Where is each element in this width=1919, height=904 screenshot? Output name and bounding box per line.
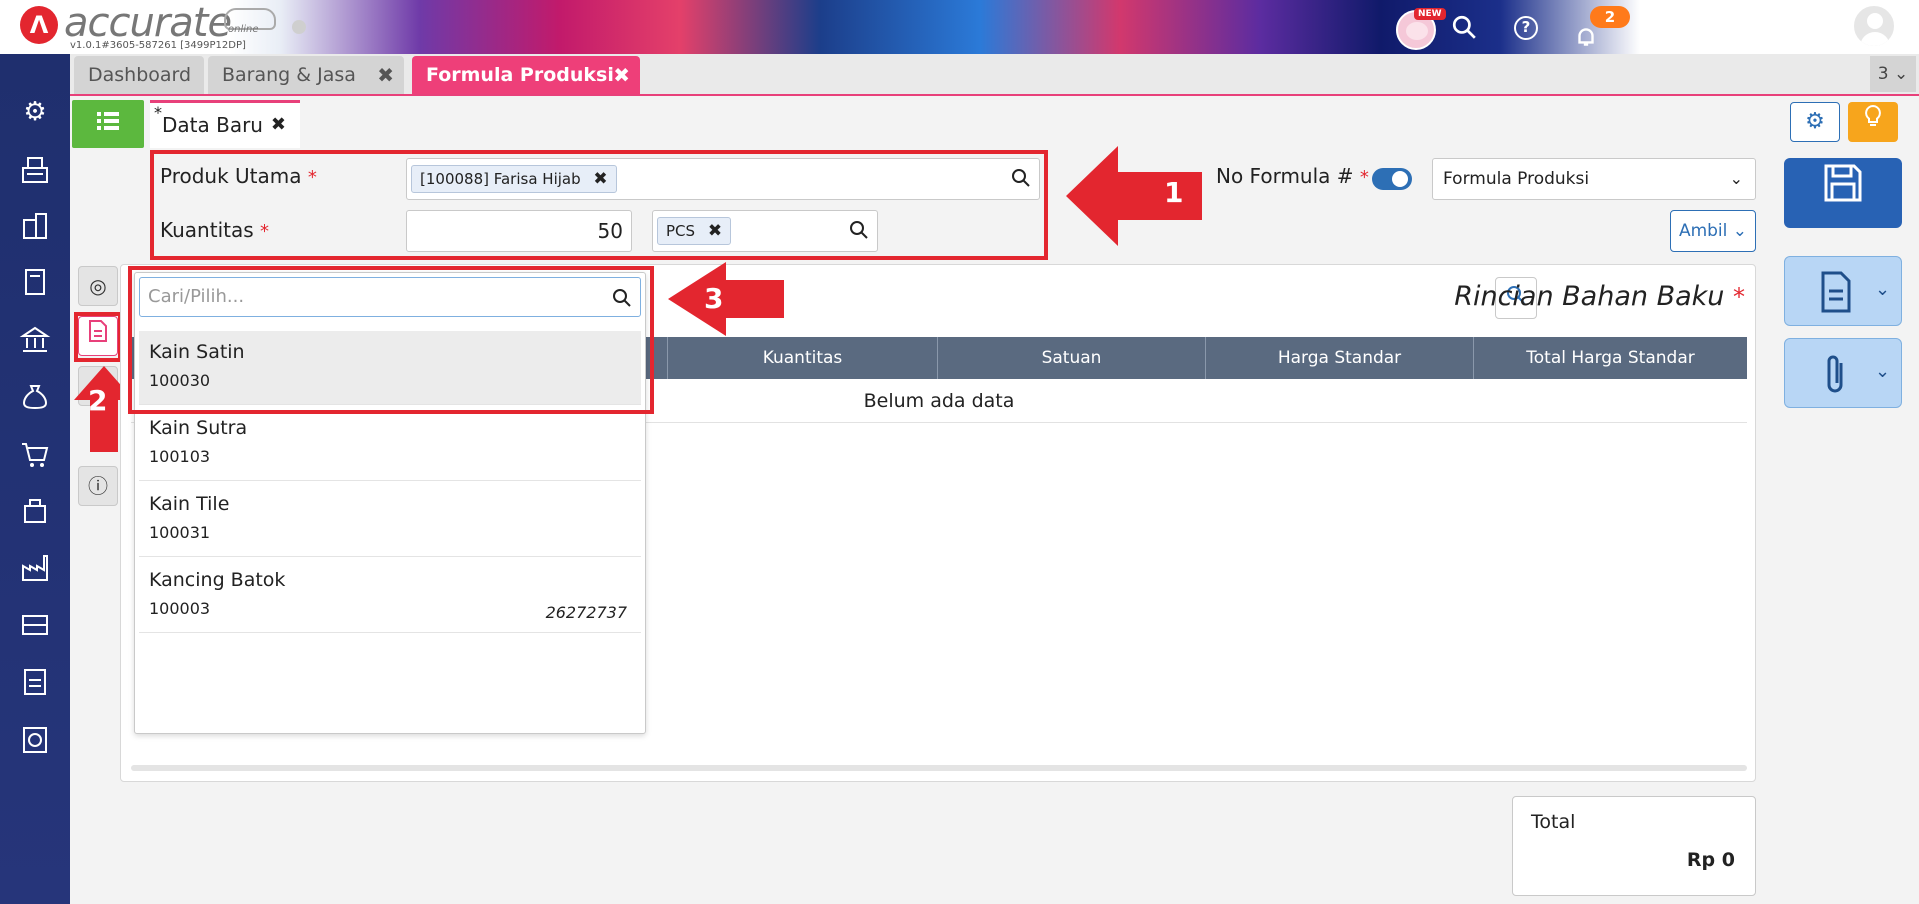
- tab-label: Barang & Jasa: [222, 64, 356, 86]
- chevron-down-icon: ⌄: [1875, 279, 1891, 300]
- toggle-knob: [1392, 171, 1408, 187]
- tab-count-dropdown[interactable]: 3 ⌄: [1870, 56, 1916, 92]
- option-barcode: 26272737: [545, 603, 627, 622]
- inventory-icon[interactable]: [17, 496, 53, 532]
- column-kuantitas[interactable]: Kuantitas: [667, 337, 937, 379]
- auto-number-toggle[interactable]: [1372, 168, 1412, 190]
- ambil-label: Ambil: [1678, 221, 1728, 241]
- required-mark: *: [1359, 167, 1369, 188]
- required-mark: *: [1733, 283, 1745, 311]
- accurate-logo-icon: Λ: [20, 6, 58, 44]
- close-icon[interactable]: ✖: [613, 56, 630, 94]
- dropdown-option-kancing-batok[interactable]: Kancing Batok 100003 26272737: [139, 559, 641, 633]
- chevron-down-icon: ⌄: [1732, 221, 1748, 241]
- formula-select-value: Formula Produksi: [1443, 169, 1590, 189]
- ambil-button[interactable]: Ambil ⌄: [1670, 210, 1756, 252]
- no-formula-text: No Formula #: [1216, 164, 1354, 188]
- callout-box-1: [150, 150, 1048, 260]
- callout-arrow-3: [668, 262, 784, 336]
- report-icon[interactable]: [17, 724, 53, 760]
- assistant-face-icon: [1406, 22, 1428, 40]
- tab-label: Dashboard: [88, 64, 192, 86]
- callout-box-2: [74, 312, 122, 362]
- formula-type-select[interactable]: Formula Produksi ⌄: [1432, 158, 1756, 200]
- callout-number-3: 3: [704, 282, 724, 315]
- brand-logo[interactable]: Λ accurate online v1.0.1#3605-587261 [34…: [20, 0, 290, 52]
- app-version: v1.0.1#3605-587261 [3499P12DP]: [70, 40, 246, 51]
- brand-sub: online: [228, 24, 259, 35]
- building-icon[interactable]: [17, 210, 53, 246]
- panel-title-text: Rincian Bahan Baku: [1454, 281, 1725, 312]
- money-bag-icon[interactable]: [17, 380, 53, 416]
- help-icon[interactable]: ?: [1512, 14, 1540, 42]
- subtab-data-baru[interactable]: * Data Baru ✖: [150, 100, 300, 148]
- list-view-button[interactable]: [72, 100, 144, 148]
- status-dot: [292, 20, 306, 34]
- tab-bar: Dashboard Barang & Jasa ✖ Formula Produk…: [70, 54, 1919, 96]
- no-formula-label: No Formula # *: [1216, 164, 1369, 188]
- book-icon[interactable]: [17, 266, 53, 302]
- header-search-icon[interactable]: [1450, 14, 1478, 42]
- subtab-label: Data Baru: [162, 113, 263, 137]
- option-name: Kancing Batok: [149, 569, 286, 591]
- option-name: Kain Tile: [149, 493, 230, 515]
- dropdown-option-kain-tile[interactable]: Kain Tile 100031: [139, 483, 641, 557]
- attachment-menu-button[interactable]: ⌄: [1784, 338, 1902, 408]
- gear-icon[interactable]: ⚙: [17, 94, 53, 130]
- column-harga-standar[interactable]: Harga Standar: [1205, 337, 1473, 379]
- total-label: Total: [1531, 811, 1576, 833]
- tax-icon[interactable]: [17, 666, 53, 702]
- avatar-body-shape: [1860, 32, 1890, 46]
- total-value: Rp 0: [1686, 849, 1735, 871]
- settings-gear-button[interactable]: ⚙: [1790, 102, 1840, 142]
- user-name: Tiara: [1800, 30, 1838, 48]
- tab-label: Formula Produksi: [426, 64, 614, 86]
- fax-icon[interactable]: [17, 154, 53, 190]
- factory-icon[interactable]: [17, 552, 53, 588]
- detail-tab-button[interactable]: ◎: [78, 266, 118, 306]
- callout-number-2: 2: [88, 384, 108, 417]
- callout-box-3: [128, 266, 654, 414]
- save-button[interactable]: [1784, 158, 1902, 228]
- warehouse-icon[interactable]: [17, 608, 53, 644]
- cart-icon[interactable]: [17, 438, 53, 474]
- chevron-down-icon: ⌄: [1875, 361, 1891, 382]
- dropdown-option-kain-sutra[interactable]: Kain Sutra 100103: [139, 407, 641, 481]
- total-box: Total Rp 0: [1512, 796, 1756, 896]
- avatar-head-shape: [1867, 13, 1883, 29]
- column-satuan[interactable]: Satuan: [937, 337, 1205, 379]
- new-badge: NEW: [1414, 8, 1446, 20]
- left-sidebar: ⚙: [0, 54, 70, 904]
- column-total-harga-standar[interactable]: Total Harga Standar: [1473, 337, 1747, 379]
- document-menu-button[interactable]: ⌄: [1784, 256, 1902, 326]
- bell-icon[interactable]: [1572, 24, 1600, 52]
- bank-icon[interactable]: [17, 324, 53, 360]
- unsaved-marker: *: [154, 103, 162, 122]
- main-content: * Data Baru ✖ ⚙ Produk Utama * [100088] …: [70, 98, 1919, 904]
- tab-formula-produksi[interactable]: Formula Produksi ✖: [412, 56, 640, 94]
- tab-dashboard[interactable]: Dashboard: [74, 56, 204, 94]
- notification-count-badge: 2: [1590, 6, 1630, 28]
- close-icon[interactable]: ✖: [377, 56, 394, 94]
- tab-barang-jasa[interactable]: Barang & Jasa ✖: [208, 56, 404, 94]
- option-name: Kain Sutra: [149, 417, 248, 439]
- horizontal-scrollbar[interactable]: [131, 765, 1747, 771]
- panel-title: Rincian Bahan Baku *: [1454, 281, 1745, 312]
- callout-number-1: 1: [1164, 176, 1184, 209]
- close-icon[interactable]: ✖: [271, 103, 286, 147]
- option-code: 100103: [149, 447, 211, 466]
- option-code: 100031: [149, 523, 211, 542]
- user-avatar[interactable]: [1852, 4, 1896, 48]
- top-header: Λ accurate online v1.0.1#3605-587261 [34…: [0, 0, 1919, 54]
- assistant-avatar-button[interactable]: NEW: [1396, 8, 1446, 50]
- lightbulb-button[interactable]: [1848, 102, 1898, 142]
- info-tab-button[interactable]: ⓘ: [78, 466, 118, 506]
- chevron-down-icon: ⌄: [1729, 169, 1743, 188]
